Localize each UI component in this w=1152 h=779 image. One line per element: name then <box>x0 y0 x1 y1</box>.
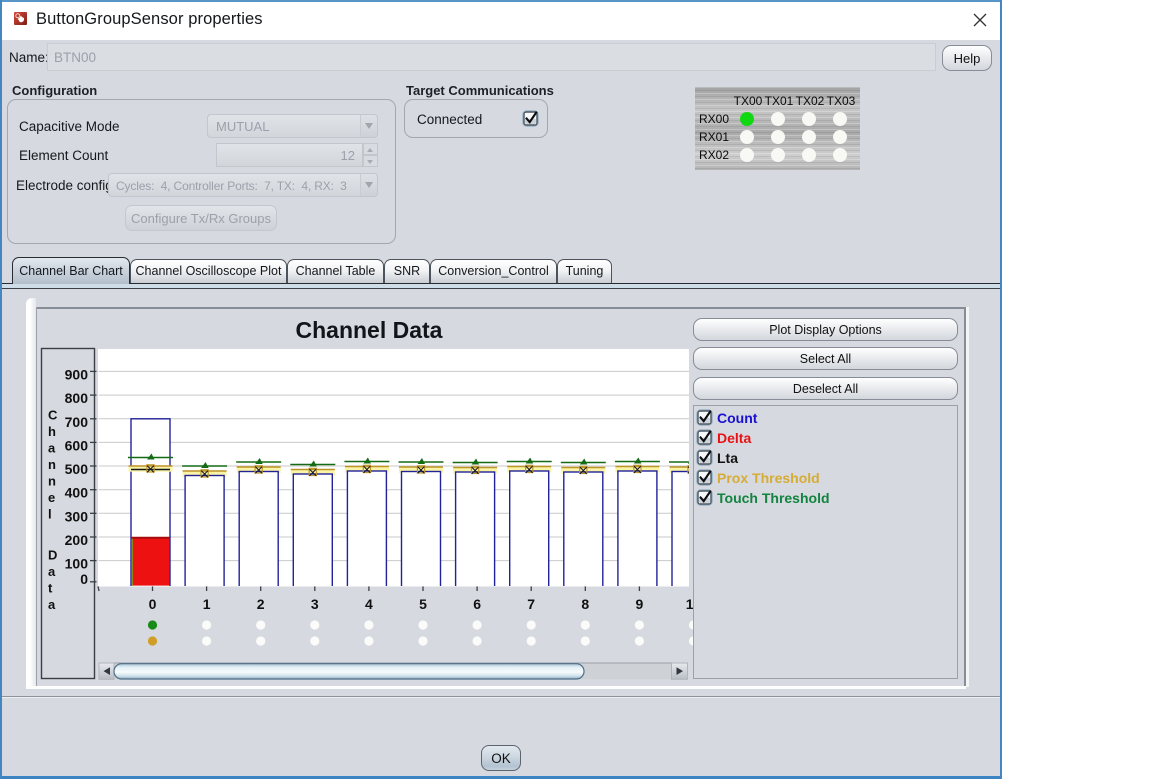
svg-text:800: 800 <box>65 390 89 406</box>
svg-text:7: 7 <box>527 596 535 612</box>
svg-text:0: 0 <box>149 596 157 612</box>
svg-text:700: 700 <box>65 414 89 430</box>
svg-text:e: e <box>48 490 55 505</box>
svg-text:n: n <box>48 457 56 472</box>
svg-text:9: 9 <box>636 596 644 612</box>
svg-text:C: C <box>48 408 58 423</box>
svg-text:a: a <box>48 441 56 456</box>
svg-text:a: a <box>48 597 56 612</box>
svg-text:900: 900 <box>65 366 89 382</box>
svg-text:6: 6 <box>473 596 481 612</box>
svg-text:300: 300 <box>65 508 89 524</box>
svg-text:3: 3 <box>311 596 319 612</box>
svg-text:a: a <box>48 564 56 579</box>
svg-text:h: h <box>48 424 56 439</box>
svg-text:600: 600 <box>65 437 89 453</box>
svg-text:0: 0 <box>80 571 88 587</box>
svg-text:l: l <box>48 507 52 522</box>
svg-text:100: 100 <box>65 556 89 572</box>
svg-text:D: D <box>48 548 57 563</box>
svg-text:Channel Data: Channel Data <box>296 317 443 343</box>
svg-text:1: 1 <box>203 596 211 612</box>
svg-text:8: 8 <box>581 596 589 612</box>
svg-text:400: 400 <box>65 485 89 501</box>
svg-text:2: 2 <box>257 596 265 612</box>
svg-text:t: t <box>48 581 53 596</box>
svg-text:4: 4 <box>365 596 373 612</box>
svg-text:500: 500 <box>65 461 89 477</box>
svg-text:200: 200 <box>65 532 89 548</box>
svg-text:n: n <box>48 474 56 489</box>
svg-text:5: 5 <box>419 596 427 612</box>
